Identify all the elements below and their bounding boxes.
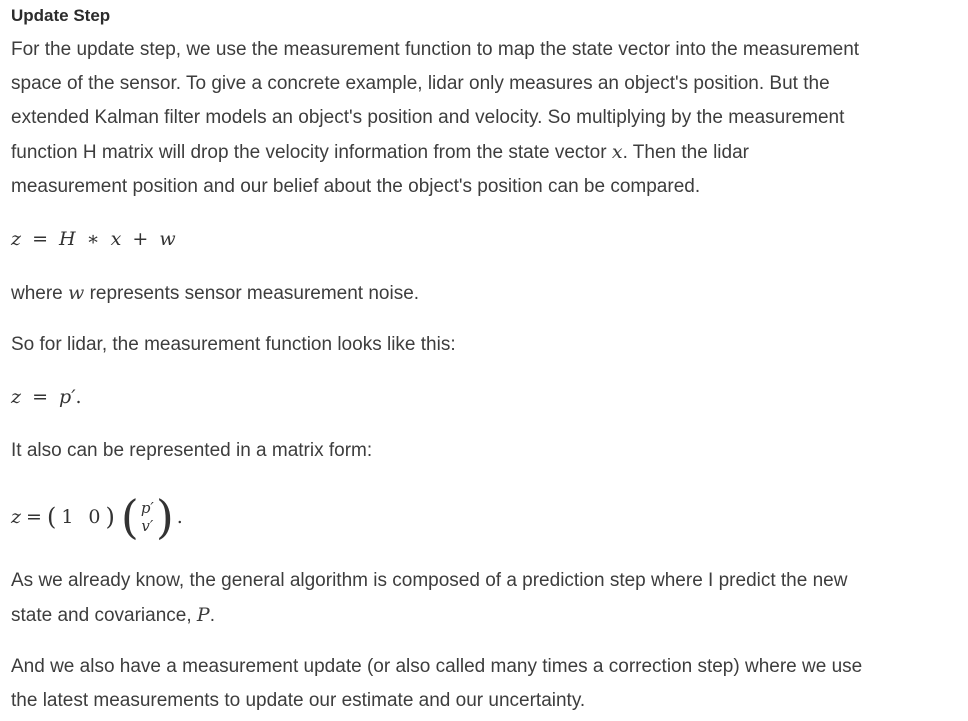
intro-line-5: measurement position and our belief abou… [11, 176, 701, 197]
eq2-dot: . [75, 386, 82, 408]
paragraph-lidar-function: So for lidar, the measurement function l… [11, 334, 456, 355]
column-vector-cell-2: v′ [141, 517, 154, 535]
eq3-equals: = [26, 506, 42, 528]
intro-line-4-text: function H matrix will drop the velocity… [11, 142, 612, 163]
equation-matrix-form: z = ( 1 0 ) ( p′ v′ ) . [11, 486, 183, 548]
eq1-w: w [159, 228, 176, 250]
update-line-2: the latest measurements to update our es… [11, 690, 586, 711]
eq1-plus: + [132, 228, 149, 250]
state-vector-symbol: x [611, 141, 623, 163]
eq1-multiply: ∗ [86, 228, 100, 250]
row-vector-cell-2: 0 [88, 506, 101, 528]
paragraph-measurement-update: And we also have a measurement update (o… [11, 650, 963, 718]
covariance-symbol: P [196, 604, 210, 626]
intro-line-1: For the update step, we use the measurem… [11, 39, 860, 60]
intro-line-4-tail: . Then the lidar [622, 142, 749, 163]
noise-text-a: where [11, 283, 69, 304]
prediction-line-2-tail: . [209, 605, 215, 626]
eq1-x: x [110, 228, 122, 250]
eq3-dot: . [176, 506, 183, 528]
paragraph-prediction-step: As we already know, the general algorith… [11, 564, 963, 633]
paragraph-noise: where w represents sensor measurement no… [11, 276, 963, 311]
eq1-H: H [59, 228, 76, 250]
row-vector-right-paren: ) [105, 503, 115, 531]
row-vector-cell-1: 1 [61, 506, 74, 528]
equation-measurement-model: z = H ∗ x + w [11, 228, 176, 250]
column-vector-cell-1: p′ [140, 499, 154, 517]
equation-lidar: z = p′. [11, 386, 82, 408]
intro-line-4: function H matrix will drop the velocity… [11, 135, 963, 170]
prediction-line-2-text: state and covariance, [11, 605, 197, 626]
prediction-line-2: state and covariance, P. [11, 598, 963, 633]
update-line-1: And we also have a measurement update (o… [11, 656, 863, 677]
column-vector: p′ v′ [139, 499, 156, 535]
eq2-equals: = [32, 386, 48, 408]
eq2-rhs: p′ [59, 386, 76, 408]
noise-text-b: represents sensor measurement noise. [84, 283, 420, 304]
column-vector-right-paren: ) [155, 490, 174, 544]
eq1-z: z [11, 228, 22, 250]
intro-line-2: space of the sensor. To give a concrete … [11, 73, 830, 94]
noise-symbol: w [68, 282, 85, 304]
eq1-equals: = [32, 228, 48, 250]
paragraph-update-step-intro: For the update step, we use the measurem… [11, 33, 963, 204]
row-vector-left-paren: ( [46, 503, 57, 531]
prediction-line-1: As we already know, the general algorith… [11, 570, 848, 591]
intro-line-3: extended Kalman filter models an object'… [11, 107, 845, 128]
row-vector: ( 1 0 ) [47, 503, 115, 531]
column-vector-left-paren: ( [120, 490, 139, 544]
paragraph-matrix-form: It also can be represented in a matrix f… [11, 440, 373, 461]
section-title: Update Step [11, 6, 111, 25]
eq3-z: z [11, 506, 22, 528]
eq2-z: z [11, 386, 22, 408]
